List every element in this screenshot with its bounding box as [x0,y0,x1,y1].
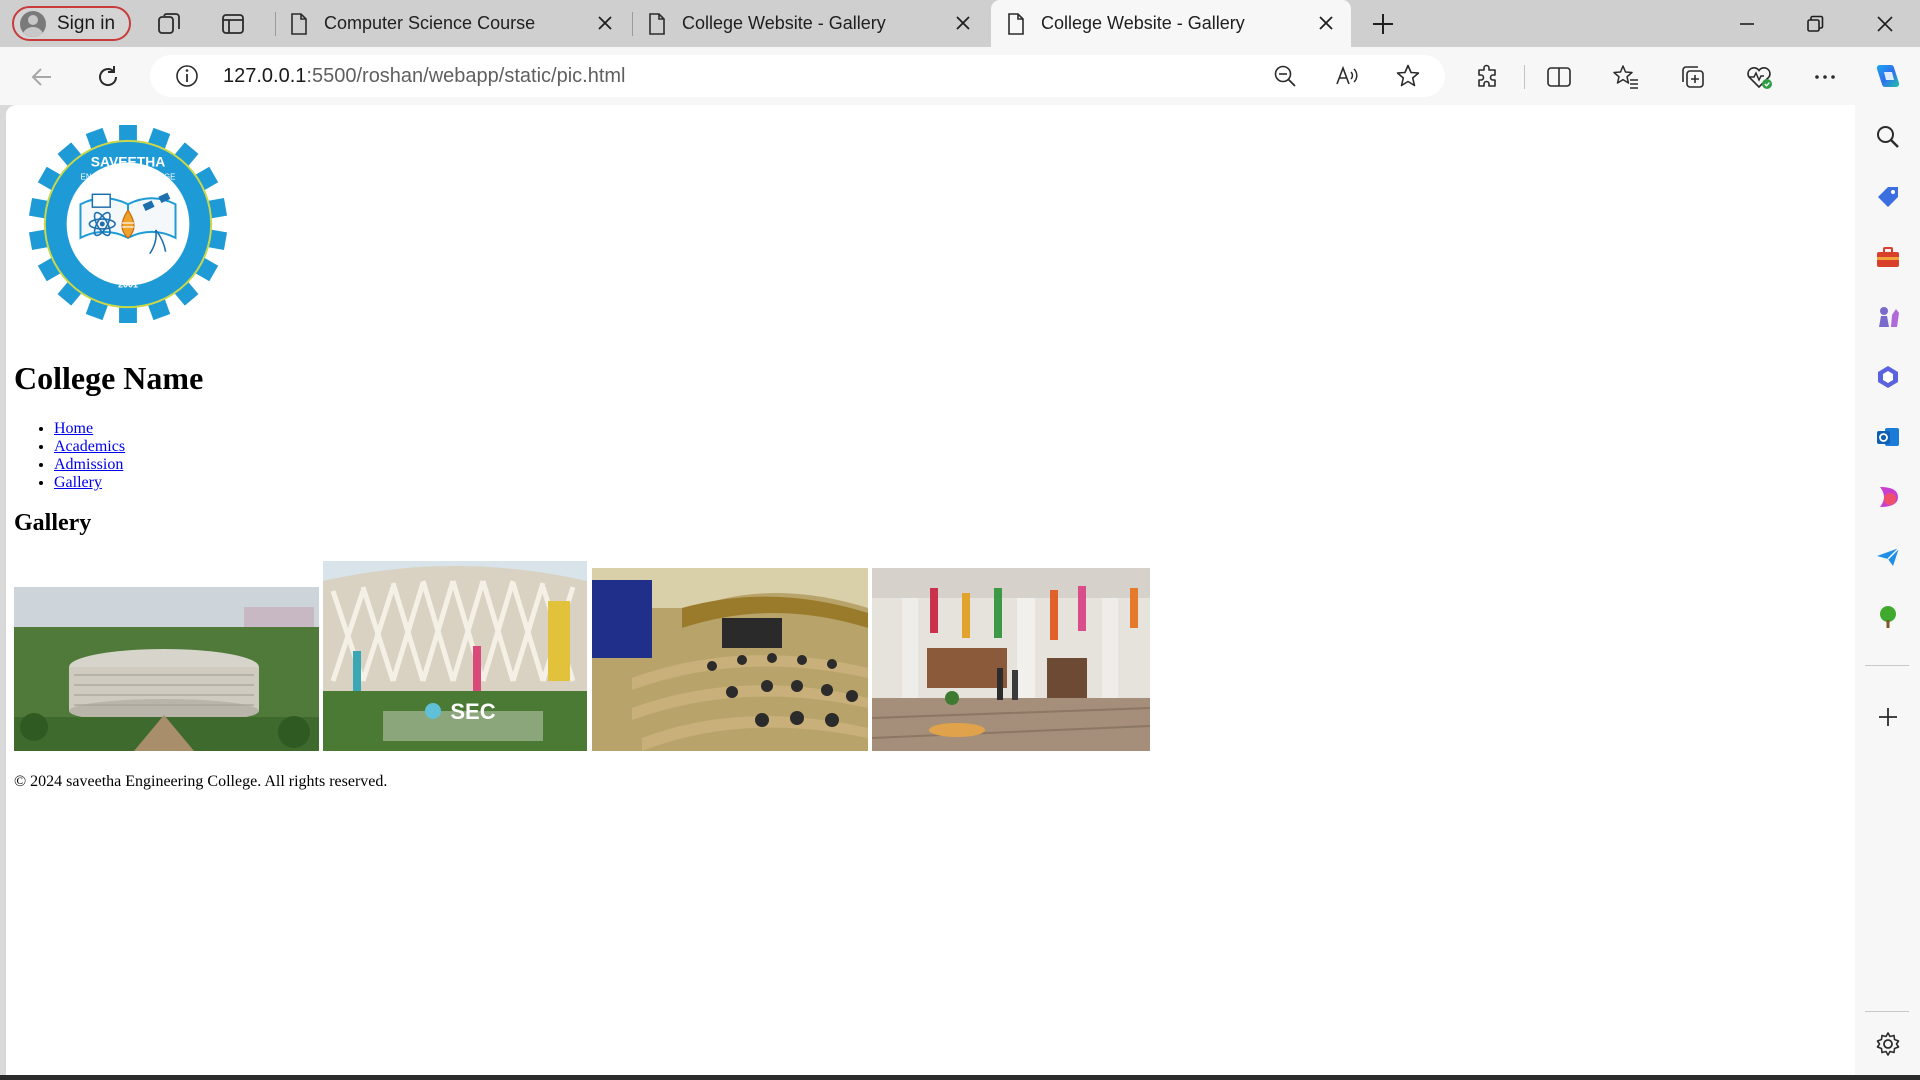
url-path: :5500/roshan/webapp/static/pic.html [306,65,626,87]
tab-title: Computer Science Course [324,13,536,33]
read-aloud-icon[interactable] [1334,63,1360,89]
nav-item-admission: Admission [54,456,125,474]
logo-title: SAVEETHA [91,154,165,170]
collections-icon[interactable] [1679,63,1707,91]
gallery-image-sec-building: SEC [323,561,587,751]
taskbar-edge [0,1075,1920,1080]
edge-sidebar [1855,105,1920,1080]
search-icon[interactable] [1874,123,1902,151]
split-screen-icon[interactable] [1545,63,1573,91]
logo-year: 2001 [118,279,138,289]
close-icon [1877,15,1893,32]
site-info-icon[interactable] [174,63,200,89]
send-icon[interactable] [1874,543,1902,571]
copilot-icon[interactable] [1871,59,1905,93]
favorite-star-icon[interactable] [1395,63,1421,89]
sidebar-separator [1865,665,1909,666]
restore-button[interactable] [1782,0,1848,47]
nav-link-gallery[interactable]: Gallery [54,474,102,491]
close-window-button[interactable] [1852,0,1918,47]
tab-actions-icon[interactable] [220,11,246,37]
page-icon [291,12,307,35]
more-menu-icon[interactable] [1811,63,1839,91]
logo-motto: BE THE BEST [95,267,160,278]
minimize-button[interactable] [1714,0,1780,47]
browser-essentials-icon[interactable] [1745,63,1773,91]
address-toolbar: 127.0.0.1:5500/roshan/webapp/static/pic.… [0,47,1920,105]
gallery-image-campus-aerial [14,587,319,751]
gallery-image-atrium [872,568,1150,751]
tree-icon[interactable] [1874,603,1902,631]
nav-item-gallery: Gallery [54,474,125,492]
nav-item-home: Home [54,420,125,438]
close-tab-icon[interactable] [1315,12,1337,34]
settings-gear-icon[interactable] [1874,1030,1902,1058]
restore-icon [1807,15,1824,32]
gallery-sign-text: SEC [450,699,495,724]
tab-title: College Website - Gallery [682,13,886,33]
logo-subtitle: ENGINEERING COLLEGE [81,172,176,181]
tab-college-gallery-active[interactable]: College Website - Gallery [991,0,1351,47]
tab-computer-science-course[interactable]: Computer Science Course [276,0,630,47]
avatar [20,10,46,37]
page-viewport: SAVEETHA ENGINEERING COLLEGE BE THE BEST… [6,105,1855,1075]
tab-college-gallery[interactable]: College Website - Gallery [634,0,988,47]
toolbar-separator [1524,65,1525,89]
games-icon[interactable] [1874,303,1902,331]
favorites-icon[interactable] [1612,63,1640,91]
tab-strip: Sign in Computer Science Course College … [0,0,1920,47]
address-bar[interactable]: 127.0.0.1:5500/roshan/webapp/static/pic.… [150,55,1445,97]
microsoft-365-icon[interactable] [1874,363,1902,391]
nav-link-academics[interactable]: Academics [54,438,125,455]
page-icon [649,12,665,35]
nav-link-home[interactable]: Home [54,420,93,437]
url-text[interactable]: 127.0.0.1:5500/roshan/webapp/static/pic.… [223,65,626,88]
college-logo: SAVEETHA ENGINEERING COLLEGE BE THE BEST… [29,125,227,323]
tab-separator [632,12,633,36]
shopping-tag-icon[interactable] [1874,183,1902,211]
profile-button[interactable]: Sign in [12,6,131,41]
close-tab-icon[interactable] [952,12,974,34]
gallery-heading: Gallery [14,510,92,536]
add-icon[interactable] [1874,703,1902,731]
sidebar-separator [1865,1011,1909,1012]
outlook-icon[interactable] [1874,423,1902,451]
profile-label: Sign in [57,12,116,34]
workspaces-icon[interactable] [156,11,182,37]
minimize-icon [1740,22,1754,25]
nav-link-admission[interactable]: Admission [54,456,123,473]
tools-icon[interactable] [1874,243,1902,271]
page-icon [1008,12,1024,35]
gallery-image-auditorium [592,568,868,751]
main-nav: Home Academics Admission Gallery [14,420,125,492]
zoom-out-icon[interactable] [1272,63,1298,89]
url-host: 127.0.0.1 [223,65,307,87]
new-tab-icon[interactable] [1370,11,1396,37]
tab-title: College Website - Gallery [1041,13,1245,33]
designer-icon[interactable] [1874,483,1902,511]
footer-text: © 2024 saveetha Engineering College. All… [14,773,388,790]
refresh-icon[interactable] [94,63,122,91]
nav-item-academics: Academics [54,438,125,456]
back-icon[interactable] [28,63,56,91]
college-name-heading: College Name [14,360,204,396]
close-tab-icon[interactable] [594,12,616,34]
extensions-icon[interactable] [1474,63,1502,91]
